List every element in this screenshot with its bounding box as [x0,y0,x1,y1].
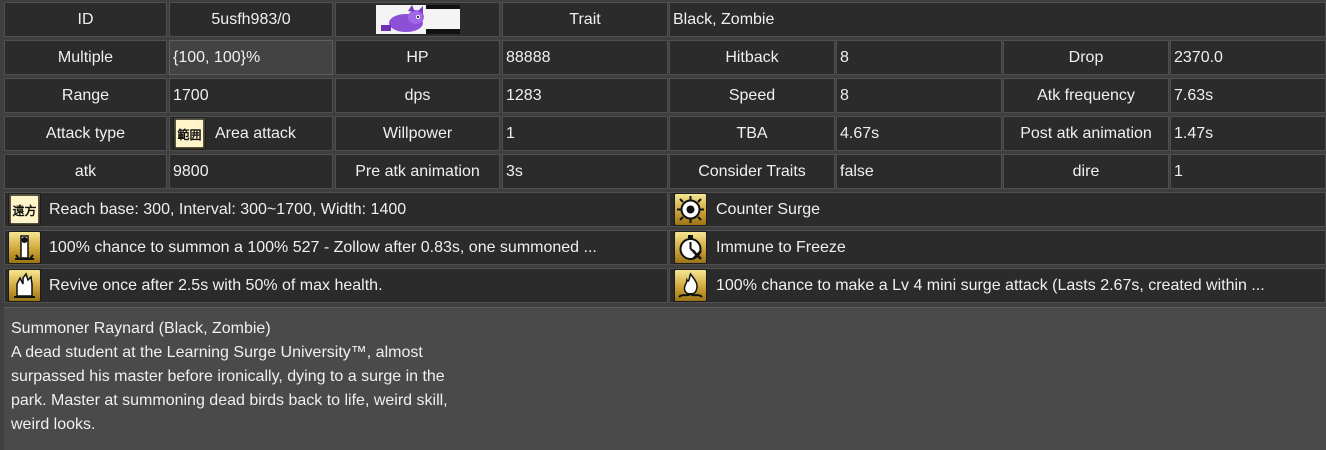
enemy-thumbnail-icon [375,5,460,34]
ability-row: Immune to Freeze [669,230,1326,265]
freeze-immune-icon [674,231,707,264]
attack-type-value: Area attack [215,125,296,142]
multiple-label: Multiple [4,40,167,75]
trait-value: Black, Zombie [669,2,1326,37]
id-label: ID [4,2,167,37]
dire-value: 1 [1170,154,1326,189]
hp-value: 88888 [502,40,668,75]
atk-value: 9800 [169,154,333,189]
atk-frequency-label: Atk frequency [1003,78,1169,113]
long-distance-icon: 遠方 [8,193,41,226]
description-line: A dead student at the Learning Surge Uni… [11,344,423,361]
range-label: Range [4,78,167,113]
mini-surge-icon [674,269,707,302]
range-value: 1700 [169,78,333,113]
consider-traits-value: false [836,154,1002,189]
willpower-label: Willpower [335,116,500,151]
ability-row: 100% chance to make a Lv 4 mini surge at… [669,268,1326,303]
trait-label: Trait [502,2,668,37]
ability-row: Counter Surge [669,192,1326,227]
post-atk-animation-value: 1.47s [1170,116,1326,151]
speed-value: 8 [836,78,1002,113]
multiple-field[interactable]: {100, 100}% [169,40,333,75]
ability-text: 100% chance to summon a 100% 527 - Zollo… [49,239,597,256]
tba-value: 4.67s [836,116,1002,151]
ability-text: Revive once after 2.5s with 50% of max h… [49,277,383,294]
pre-atk-animation-label: Pre atk animation [335,154,500,189]
dps-label: dps [335,78,500,113]
hp-label: HP [335,40,500,75]
tba-label: TBA [669,116,835,151]
ability-row: Revive once after 2.5s with 50% of max h… [4,268,668,303]
ability-row: 100% chance to summon a 100% 527 - Zollo… [4,230,668,265]
description-title: Summoner Raynard (Black, Zombie) [11,320,271,337]
ability-text: Counter Surge [716,201,821,218]
enemy-thumbnail-cell [335,2,500,37]
atk-label: atk [4,154,167,189]
ability-text: 100% chance to make a Lv 4 mini surge at… [716,277,1265,294]
atk-frequency-value: 7.63s [1170,78,1326,113]
description-panel: Summoner Raynard (Black, Zombie) A dead … [4,307,1326,450]
drop-label: Drop [1003,40,1169,75]
area-attack-icon: 範囲 [173,117,206,150]
speed-label: Speed [669,78,835,113]
dps-value: 1283 [502,78,668,113]
description-line: surpassed his master before ironically, … [11,368,445,385]
summon-icon [8,231,41,264]
consider-traits-label: Consider Traits [669,154,835,189]
attack-type-label: Attack type [4,116,167,151]
revive-icon [8,269,41,302]
ability-text: Reach base: 300, Interval: 300~1700, Wid… [49,201,407,218]
description-line: park. Master at summoning dead birds bac… [11,392,448,409]
hitback-label: Hitback [669,40,835,75]
ability-row: 遠方 Reach base: 300, Interval: 300~1700, … [4,192,668,227]
counter-surge-icon [674,193,707,226]
drop-value: 2370.0 [1170,40,1326,75]
pre-atk-animation-value: 3s [502,154,668,189]
dire-label: dire [1003,154,1169,189]
id-value: 5usfh983/0 [169,2,333,37]
post-atk-animation-label: Post atk animation [1003,116,1169,151]
hitback-value: 8 [836,40,1002,75]
ability-text: Immune to Freeze [716,239,846,256]
willpower-value: 1 [502,116,668,151]
attack-type-value-cell: 範囲 Area attack [169,116,333,151]
svg-text:遠方: 遠方 [12,203,36,218]
description-line: weird looks. [11,416,96,433]
svg-text:範囲: 範囲 [177,127,201,142]
